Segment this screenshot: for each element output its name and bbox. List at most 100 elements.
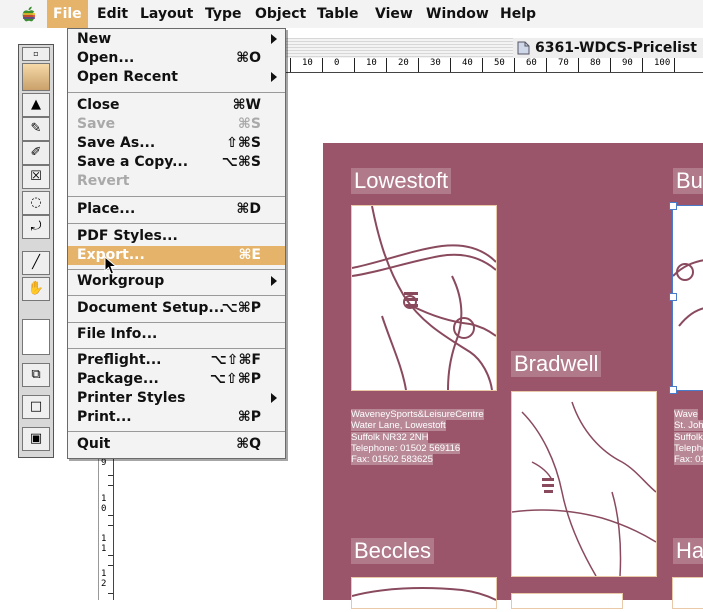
menu-item-label: Package... [77,371,159,387]
palette-logo-icon [22,63,50,91]
menu-window[interactable]: Window [420,0,495,28]
selection-handle[interactable] [669,202,677,210]
menu-item-label: File Info... [77,326,158,342]
rotate-tool-icon[interactable]: ⤾ [22,215,50,239]
selection-handle[interactable] [669,293,677,301]
menu-item-label: Workgroup [77,273,165,289]
menu-item-label: Preflight... [77,352,162,368]
file-menu: New Open... ⌘O Open Recent Close ⌘W Save ⌘S… [67,28,286,459]
menu-item-label: Open... [77,50,135,66]
menu-item-save-a-copy[interactable]: Save a Copy... ⌥⌘S [68,153,285,172]
document-page[interactable]: Lowestoft Bu Bradwell Beccles Ha Waveney… [323,143,703,609]
menu-item-quit[interactable]: Quit ⌘Q [68,435,285,454]
ruler-label: 1 [101,544,107,554]
menu-item-shortcut: ⌥⌘P [221,300,261,316]
selection-handle[interactable] [669,386,677,394]
address-line: Suffolk NR32 2NH [351,431,429,443]
menu-item-new[interactable]: New [68,30,285,49]
swap-colors-icon[interactable]: ⧉ [22,363,50,387]
menu-view[interactable]: View [369,0,419,28]
menu-item-print[interactable]: Print... ⌘P [68,408,285,427]
hand-tool-icon[interactable]: ✋ [22,277,50,301]
menu-item-save-as[interactable]: Save As... ⇧⌘S [68,134,285,153]
menu-separator [68,196,285,197]
menu-table[interactable]: Table [311,0,365,28]
pen-tool-icon[interactable]: ✎ [22,117,50,141]
menu-item-label: Print... [77,409,132,425]
menu-separator [68,322,285,323]
map-lowestoft[interactable] [351,205,497,391]
menu-item-pdf-styles[interactable]: PDF Styles... [68,227,285,246]
vertical-ruler[interactable]: 9 1 0 1 1 1 2 [98,455,114,600]
menu-layout[interactable]: Layout [134,0,199,28]
menu-item-label: Save As... [77,135,156,151]
document-title-bar[interactable]: 6361-WDCS-Pricelist [282,38,703,59]
menu-object[interactable]: Object [249,0,312,28]
horizontal-ruler[interactable]: 10 0 10 20 30 40 50 60 70 80 90 100 [282,58,703,73]
map-bradwell-drawing [511,401,657,577]
apple-logo-icon[interactable] [20,5,38,23]
address-line: Fax: 01502 583625 [351,454,433,466]
preview-mode-icon[interactable]: ▣ [22,427,50,451]
fill-stroke-swatch[interactable] [22,319,50,355]
normal-view-icon[interactable]: □ [22,395,50,419]
menu-item-open-recent[interactable]: Open Recent [68,68,285,87]
menu-file[interactable]: File [47,0,88,28]
eyedropper-tool-icon[interactable]: ╱ [22,251,50,275]
ruler-label: 9 [101,458,107,468]
frame-tool-icon[interactable]: ☒ [22,165,50,189]
ruler-label: 60 [526,58,537,68]
menu-item-label: PDF Styles... [77,228,178,244]
menu-item-label: Save a Copy... [77,154,189,170]
map-bradwell[interactable] [511,391,657,577]
pencil-tool-icon[interactable]: ✐ [22,141,50,165]
ruler-label: 50 [494,58,505,68]
menu-type[interactable]: Type [199,0,248,28]
menu-item-shortcut: ⌥⌘S [221,154,261,170]
menu-item-package[interactable]: Package... ⌥⇧⌘P [68,370,285,389]
ruler-label: 1 [101,494,107,504]
heading-right-top: Bu [673,168,703,194]
menu-help[interactable]: Help [494,0,542,28]
ruler-label: 1 [101,569,107,579]
palette-close-icon[interactable]: ▫ [22,47,50,61]
menu-item-workgroup[interactable]: Workgroup [68,272,285,291]
menu-item-shortcut: ⌘Q [236,436,261,452]
ruler-label: 10 [302,58,313,68]
ellipse-tool-icon[interactable]: ◌ [22,191,50,215]
menu-item-label: Save [77,116,116,132]
document-icon [517,41,530,55]
tool-palette: ▫ ▲ ✎ ✐ ☒ ◌ ⤾ ╱ ✋ ⧉ □ ▣ [18,44,54,458]
address-line: St. Joh [674,420,703,432]
menu-item-label: Printer Styles [77,390,186,406]
map-beccles-drawing [351,587,497,601]
ruler-label: 90 [622,58,633,68]
document-title: 6361-WDCS-Pricelist [512,38,703,58]
menu-item-shortcut: ⌘W [232,97,261,113]
map-right-top-drawing [672,259,703,327]
address-line: WaveneySports&LeisureCentre [351,409,484,420]
arrow-cursor-icon [104,256,118,275]
menu-edit[interactable]: Edit [91,0,134,28]
menu-item-place[interactable]: Place... ⌘D [68,200,285,219]
menu-item-document-setup[interactable]: Document Setup... ⌥⌘P [68,299,285,318]
map-bottom-right[interactable] [672,577,703,609]
menu-separator [68,223,285,224]
ruler-label: 40 [462,58,473,68]
ruler-label: 10 [366,58,377,68]
map-bottom-middle[interactable] [511,593,623,609]
menu-item-open[interactable]: Open... ⌘O [68,49,285,68]
map-beccles[interactable] [351,577,497,609]
menu-item-shortcut: ⌥⇧⌘P [209,371,261,387]
heading-right-bottom: Ha [673,538,703,564]
menu-item-export[interactable]: Export... ⌘E [68,246,285,265]
submenu-arrow-icon [271,34,277,44]
ruler-label: 0 [334,58,340,68]
menu-item-file-info[interactable]: File Info... [68,325,285,344]
menu-item-printer-styles[interactable]: Printer Styles [68,389,285,408]
selection-tool-icon[interactable]: ▲ [22,93,50,117]
ruler-label: 30 [430,58,441,68]
menu-item-preflight[interactable]: Preflight... ⌥⇧⌘F [68,351,285,370]
map-lowestoft-drawing [351,205,497,391]
menu-item-close[interactable]: Close ⌘W [68,96,285,115]
